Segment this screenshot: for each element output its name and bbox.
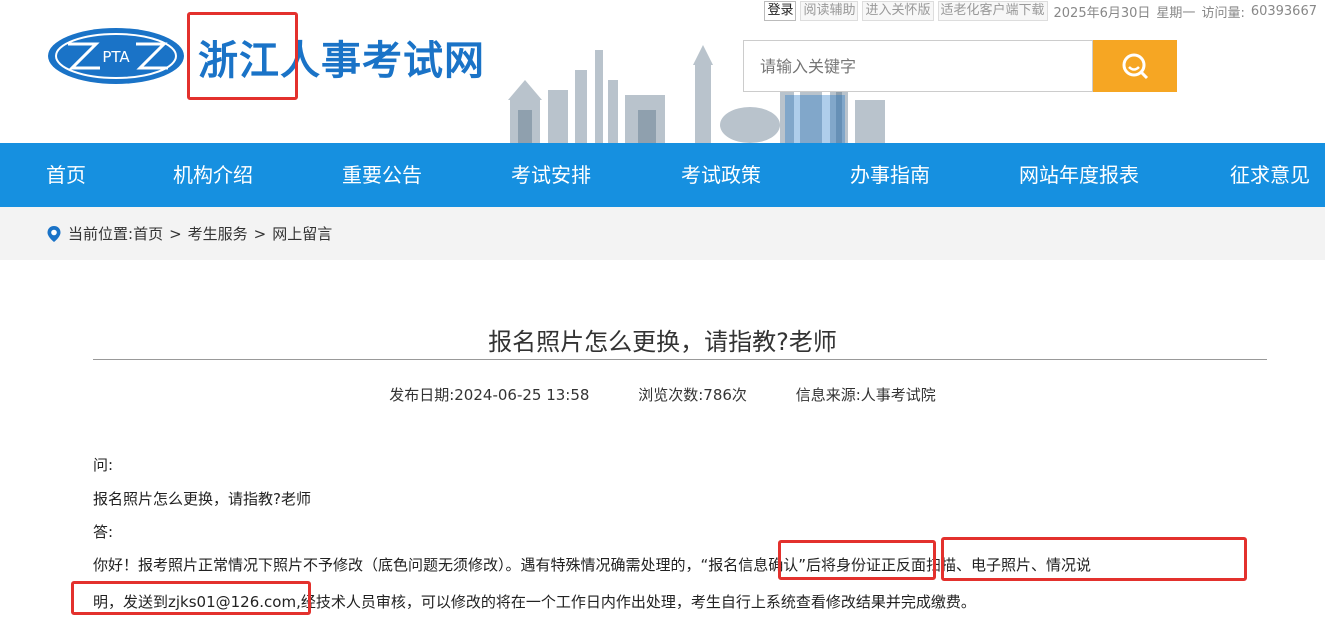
title-divider: [93, 359, 1267, 360]
main-nav: 首页 机构介绍 重要公告 考试安排 考试政策 办事指南 网站年度报表 征求意见: [0, 143, 1325, 207]
publish-date-item: 发布日期:2024-06-25 13:58: [389, 386, 589, 404]
search-input[interactable]: [743, 40, 1093, 92]
breadcrumb-online-message[interactable]: 网上留言: [272, 223, 332, 244]
breadcrumb: 当前位置: 首页 > 考生服务 > 网上留言: [0, 207, 1325, 260]
breadcrumb-label: 当前位置:: [68, 225, 134, 243]
view-count-item: 浏览次数:786次: [638, 386, 747, 404]
view-count-label: 浏览次数:: [638, 386, 704, 404]
nav-item-exam-schedule[interactable]: 考试安排: [511, 143, 591, 207]
question-text: 报名照片怎么更换，请指教?老师: [93, 490, 311, 508]
nav-item-exam-policy[interactable]: 考试政策: [681, 143, 761, 207]
question-label: 问:: [93, 456, 114, 474]
nav-item-home[interactable]: 首页: [46, 143, 86, 207]
logo-text: PTA: [102, 48, 130, 66]
pta-logo[interactable]: PTA: [46, 26, 186, 86]
nav-item-announcements[interactable]: 重要公告: [342, 143, 422, 207]
site-header: PTA 浙江人事考试网: [0, 0, 1325, 143]
nav-item-feedback[interactable]: 征求意见: [1230, 143, 1310, 207]
answer-label: 答:: [93, 523, 114, 541]
location-pin-icon: [47, 225, 61, 242]
breadcrumb-home[interactable]: 首页: [133, 223, 163, 244]
source-value: 人事考试院: [860, 386, 936, 404]
nav-item-about[interactable]: 机构介绍: [173, 143, 253, 207]
source-label: 信息来源:: [795, 386, 861, 404]
site-title: 浙江人事考试网: [198, 38, 485, 84]
article-title: 报名照片怎么更换，请指教?老师: [488, 328, 837, 356]
answer-line-2: 明，发送到zjks01@126.com,经技术人员审核，可以修改的将在一个工作日…: [93, 593, 976, 611]
breadcrumb-separator: >: [253, 224, 267, 243]
publish-date-value: 2024-06-25 13:58: [454, 386, 590, 404]
source-item: 信息来源:人事考试院: [796, 386, 936, 404]
search-icon: [1122, 53, 1149, 80]
breadcrumb-candidate-services[interactable]: 考生服务: [188, 223, 248, 244]
view-count-value: 786次: [703, 386, 747, 404]
breadcrumb-separator: >: [169, 224, 182, 243]
search-button[interactable]: [1093, 40, 1177, 92]
article-meta: 发布日期:2024-06-25 13:58 浏览次数:786次 信息来源:人事考…: [0, 384, 1325, 405]
answer-line-1: 你好！报考照片正常情况下照片不予修改（底色问题无须修改）。遇有特殊情况确需处理的…: [93, 556, 1092, 574]
publish-date-label: 发布日期:: [389, 386, 455, 404]
nav-item-annual-report[interactable]: 网站年度报表: [1019, 143, 1139, 207]
nav-item-guide[interactable]: 办事指南: [850, 143, 930, 207]
